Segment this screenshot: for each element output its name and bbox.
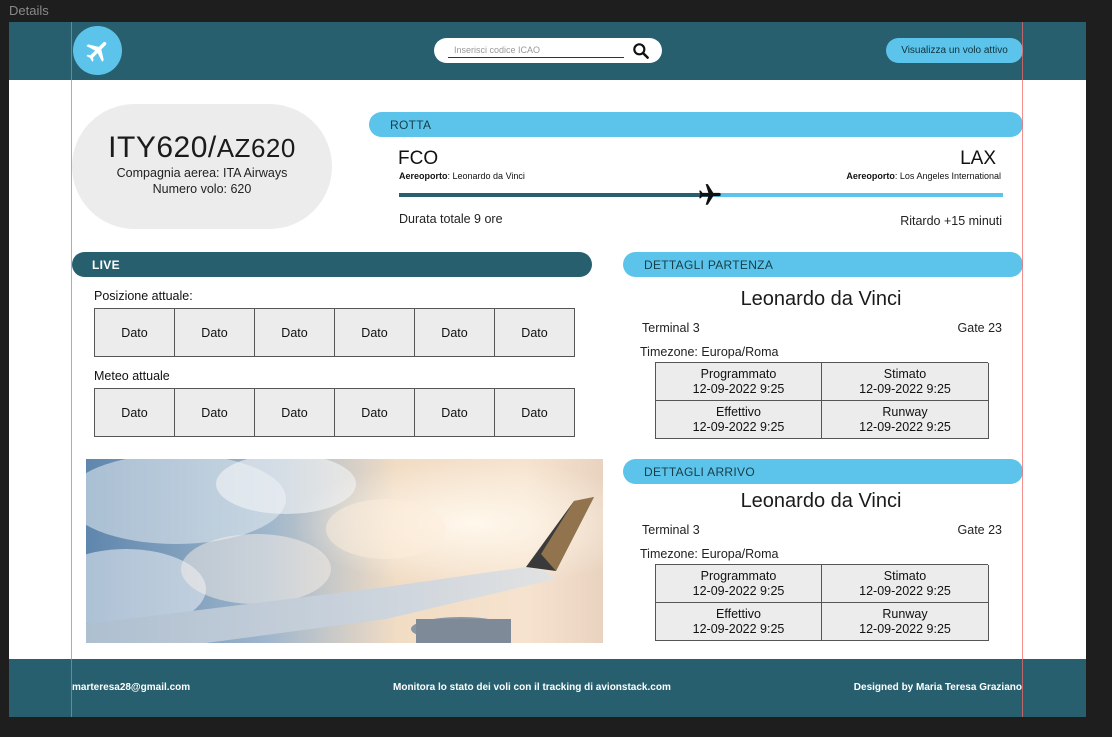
details-frame: Visualizza un volo attivo ITY620/AZ620 C… — [9, 22, 1086, 717]
route-progress-remaining — [709, 193, 1003, 197]
actual-value: 12-09-2022 9:25 — [692, 419, 785, 434]
position-cell: Dato — [495, 309, 575, 356]
origin-airport: Aereoporto: Leonardo da Vinci — [399, 171, 525, 181]
departure-actual: Effettivo 12-09-2022 9:25 — [656, 401, 822, 439]
view-active-flight-button[interactable]: Visualizza un volo attivo — [886, 38, 1023, 63]
arrival-gate: Gate 23 — [957, 523, 1002, 537]
scheduled-label: Programmato — [700, 569, 777, 583]
position-cell: Dato — [335, 309, 415, 356]
position-label: Posizione attuale: — [94, 289, 193, 303]
arrival-scheduled: Programmato 12-09-2022 9:25 — [656, 565, 822, 603]
actual-label: Effettivo — [716, 607, 761, 621]
position-cell: Dato — [415, 309, 495, 356]
runway-label: Runway — [882, 607, 928, 621]
airplane-wing-photo — [86, 459, 603, 643]
scheduled-label: Programmato — [700, 367, 777, 381]
origin-airport-name: : Leonardo da Vinci — [447, 171, 525, 181]
footer-bar: marteresa28@gmail.com Monitora lo stato … — [9, 659, 1086, 717]
estimated-value: 12-09-2022 9:25 — [859, 583, 951, 598]
origin-airport-label: Aereoporto — [399, 171, 448, 181]
delay-status: Ritardo +15 minuti — [900, 214, 1002, 228]
weather-cell: Dato — [95, 389, 175, 436]
arrival-runway: Runway 12-09-2022 9:25 — [822, 603, 989, 641]
departure-runway: Runway 12-09-2022 9:25 — [822, 401, 989, 439]
arrival-times-table: Programmato 12-09-2022 9:25 Stimato 12-09-… — [655, 564, 989, 641]
route-header: ROTTA — [369, 112, 1023, 137]
runway-value: 12-09-2022 9:25 — [859, 621, 951, 636]
layout-guide-right — [1022, 22, 1023, 717]
estimated-label: Stimato — [883, 367, 927, 381]
departure-airport: Leonardo da Vinci — [740, 288, 902, 310]
airline-name: Compagnia aerea: ITA Airways — [116, 166, 288, 180]
header-bar: Visualizza un volo attivo — [9, 22, 1086, 80]
airplane-icon — [699, 184, 721, 205]
origin-code: FCO — [398, 148, 439, 169]
departure-times-table: Programmato 12-09-2022 9:25 Stimato 12-09-… — [655, 362, 989, 439]
frame-label: Details — [9, 3, 49, 18]
runway-value: 12-09-2022 9:25 — [859, 419, 951, 434]
weather-cell: Dato — [495, 389, 575, 436]
position-cell: Dato — [175, 309, 255, 356]
actual-label: Effettivo — [716, 405, 761, 419]
total-duration: Durata totale 9 ore — [399, 212, 503, 226]
arrival-header: DETTAGLI ARRIVO — [623, 459, 1023, 484]
route-progress-completed — [399, 193, 709, 197]
flight-badge: ITY620/AZ620 Compagnia aerea: ITA Airway… — [72, 104, 332, 229]
live-header: LIVE — [72, 252, 592, 277]
footer-email[interactable]: marteresa28@gmail.com — [72, 682, 190, 693]
runway-label: Runway — [882, 405, 928, 419]
departure-terminal: Terminal 3 — [642, 321, 700, 335]
weather-label: Meteo attuale — [94, 369, 170, 383]
departure-gate: Gate 23 — [957, 321, 1002, 335]
search-bar — [434, 38, 662, 63]
estimated-label: Stimato — [883, 569, 927, 583]
logo[interactable] — [73, 26, 122, 75]
arrival-airport: Leonardo da Vinci — [740, 490, 902, 512]
weather-cell: Dato — [175, 389, 255, 436]
arrival-terminal: Terminal 3 — [642, 523, 700, 537]
destination-airport-label: Aereoporto — [846, 171, 895, 181]
weather-cell: Dato — [415, 389, 495, 436]
search-input[interactable] — [448, 43, 624, 58]
scheduled-value: 12-09-2022 9:25 — [692, 583, 785, 598]
flight-code-main: ITY620/ — [108, 131, 217, 164]
destination-airport-name: : Los Angeles International — [894, 171, 1001, 181]
departure-scheduled: Programmato 12-09-2022 9:25 — [656, 363, 822, 401]
departure-timezone: Timezone: Europa/Roma — [640, 345, 779, 359]
destination-airport: Aereoporto: Los Angeles International — [846, 171, 1001, 181]
flight-number: Numero volo: 620 — [152, 182, 252, 196]
position-cell: Dato — [95, 309, 175, 356]
position-table: Dato Dato Dato Dato Dato Dato — [94, 308, 575, 357]
layout-guide-left — [71, 22, 72, 717]
estimated-value: 12-09-2022 9:25 — [859, 381, 951, 396]
arrival-timezone: Timezone: Europa/Roma — [640, 547, 779, 561]
footer-credits: Designed by Maria Teresa Graziano — [853, 682, 1022, 693]
actual-value: 12-09-2022 9:25 — [692, 621, 785, 636]
weather-cell: Dato — [335, 389, 415, 436]
airplane-icon — [85, 41, 106, 62]
arrival-actual: Effettivo 12-09-2022 9:25 — [656, 603, 822, 641]
weather-table: Dato Dato Dato Dato Dato Dato — [94, 388, 575, 437]
footer-tagline: Monitora lo stato dei voli con il tracki… — [393, 682, 671, 693]
weather-cell: Dato — [255, 389, 335, 436]
flight-code: ITY620/AZ620 — [72, 131, 332, 165]
arrival-estimated: Stimato 12-09-2022 9:25 — [822, 565, 989, 603]
flight-code-alt: AZ620 — [216, 133, 296, 163]
destination-code: LAX — [960, 148, 996, 169]
position-cell: Dato — [255, 309, 335, 356]
departure-header: DETTAGLI PARTENZA — [623, 252, 1023, 277]
search-icon[interactable] — [631, 41, 651, 61]
scheduled-value: 12-09-2022 9:25 — [692, 381, 785, 396]
departure-estimated: Stimato 12-09-2022 9:25 — [822, 363, 989, 401]
